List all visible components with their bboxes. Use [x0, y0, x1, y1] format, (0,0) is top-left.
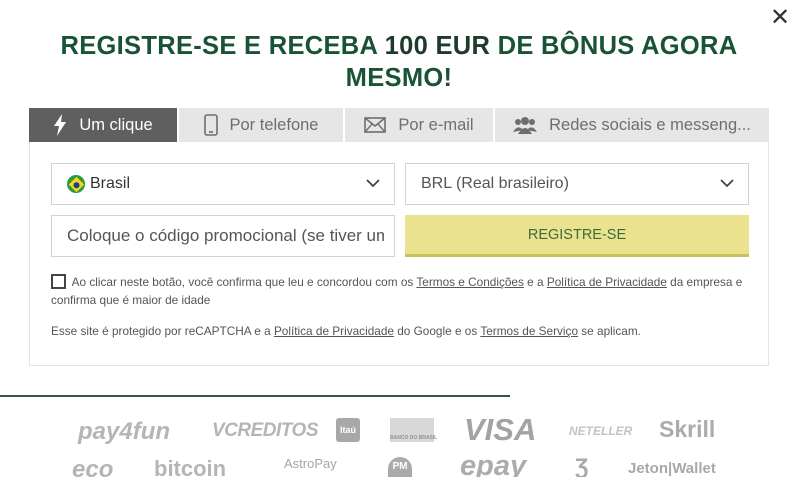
- promo-code-field: [51, 215, 395, 257]
- tab-one-click[interactable]: Um clique: [29, 108, 179, 142]
- promo-code-input[interactable]: [67, 226, 384, 246]
- consent-text: Ao clicar neste botão, você confirma que…: [51, 273, 751, 309]
- banco-do-brasil-logo: BANCO DO BRASIL: [390, 418, 437, 442]
- tab-social[interactable]: Redes sociais e messeng...: [495, 108, 769, 142]
- neteller-logo: NETELLER: [569, 424, 633, 438]
- currency-value: BRL (Real brasileiro): [421, 175, 569, 192]
- logo-3-icon: Ʒ: [575, 454, 589, 477]
- footer-divider: [0, 395, 510, 397]
- country-value: Brasil: [90, 175, 131, 192]
- itau-logo: Itaú: [336, 418, 360, 442]
- envelope-icon: [364, 117, 387, 133]
- registration-form-panel: Brasil BRL (Real brasileiro) REGISTRE-SE…: [29, 142, 769, 366]
- eco-logo: eco: [72, 456, 114, 477]
- perfect-money-logo: PM: [388, 457, 412, 477]
- terms-link[interactable]: Termos e Condições: [416, 275, 524, 289]
- bitcoin-logo: bitcoin: [154, 456, 227, 477]
- tab-email[interactable]: Por e-mail: [345, 108, 495, 142]
- chevron-down-icon: [720, 179, 734, 188]
- astropay-logo: AstroPay: [284, 456, 337, 471]
- recaptcha-text-1: Esse site é protegido por reCAPTCHA e a: [51, 324, 274, 338]
- consent-text-1: Ao clicar neste botão, você confirma que…: [71, 275, 417, 289]
- lightning-icon: [53, 114, 67, 136]
- phone-icon: [203, 114, 218, 136]
- vcreditos-logo: VCREDITOS: [212, 420, 319, 441]
- skrill-logo: Skrill: [659, 416, 716, 442]
- epay-logo: epay: [460, 450, 527, 477]
- recaptcha-text-2: do Google e os: [393, 324, 481, 338]
- registration-tabs: Um clique Por telefone Por e-mail Redes …: [29, 108, 769, 142]
- brazil-flag-icon: [67, 175, 85, 193]
- jeton-wallet-logo: Jeton|Wallet: [628, 460, 716, 477]
- google-privacy-link[interactable]: Política de Privacidade: [274, 324, 394, 338]
- register-button[interactable]: REGISTRE-SE: [405, 215, 749, 257]
- privacy-link[interactable]: Política de Privacidade: [547, 275, 667, 289]
- pay4fun-logo: pay4fun: [78, 418, 171, 445]
- tab-label: Redes sociais e messeng...: [549, 115, 751, 134]
- country-select[interactable]: Brasil: [51, 163, 395, 205]
- tab-label: Um clique: [79, 115, 153, 134]
- recaptcha-text-3: se aplicam.: [578, 324, 641, 338]
- chevron-down-icon: [366, 179, 380, 188]
- payment-logos: pay4fun VCREDITOS Itaú BANCO DO BRASIL V…: [0, 398, 798, 477]
- tab-phone[interactable]: Por telefone: [179, 108, 345, 142]
- google-terms-link[interactable]: Termos de Serviço: [480, 324, 578, 338]
- visa-logo: VISA: [464, 412, 537, 447]
- tab-label: Por e-mail: [398, 115, 474, 134]
- recaptcha-notice: Esse site é protegido por reCAPTCHA e a …: [51, 322, 751, 340]
- headline-text-1: REGISTRE-SE E RECEBA: [60, 32, 385, 60]
- consent-text-2: e a: [523, 275, 547, 289]
- headline-amount: 100 EUR: [384, 32, 491, 60]
- modal-headline: REGISTRE-SE E RECEBA 100 EUR DE BÔNUS AG…: [40, 30, 758, 94]
- close-icon[interactable]: ✕: [769, 5, 791, 29]
- tab-label: Por telefone: [229, 115, 319, 134]
- consent-checkbox[interactable]: [51, 274, 66, 289]
- users-icon: [513, 116, 538, 134]
- currency-select[interactable]: BRL (Real brasileiro): [405, 163, 749, 205]
